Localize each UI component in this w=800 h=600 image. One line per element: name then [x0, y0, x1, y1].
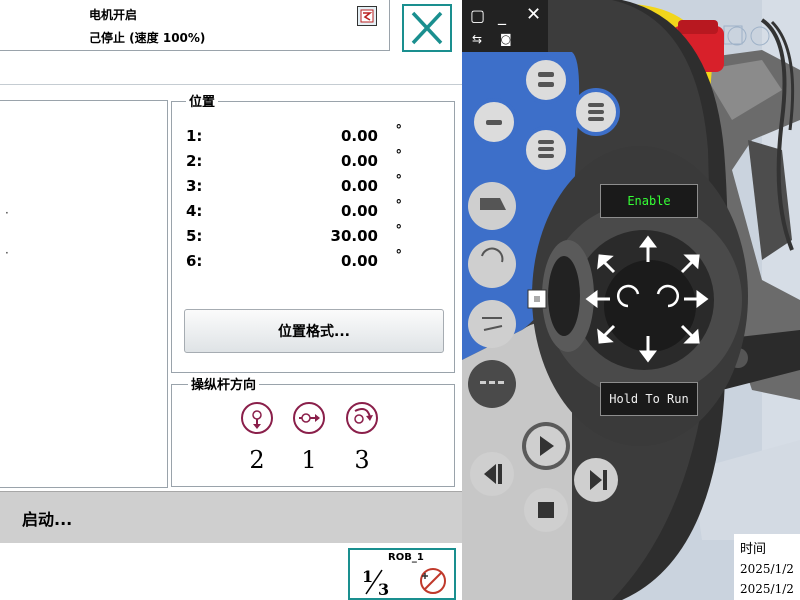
joystick-direction-3: 3 — [354, 446, 370, 474]
increment-icon: 1 3 — [362, 567, 389, 598]
motor-status: 电机开启 — [89, 8, 138, 22]
quickset-button[interactable]: ROB_1 1 3 — [348, 548, 456, 600]
enable-button[interactable]: Enable — [600, 184, 698, 218]
date-entry: 2025/1/2 — [740, 582, 794, 596]
properties-panel — [0, 100, 168, 488]
svg-text:3: 3 — [378, 580, 389, 598]
position-row-6: 6: 0.00 ° — [186, 248, 402, 270]
joystick-direction-2: 2 — [249, 446, 265, 474]
swap-icon[interactable]: ⇆ — [472, 32, 482, 46]
close-button[interactable] — [402, 4, 452, 52]
close-icon — [411, 11, 443, 45]
position-row-3: 3: 0.00 ° — [186, 173, 402, 195]
position-format-button[interactable]: 位置格式... — [184, 309, 444, 353]
hold-to-run-button[interactable]: Hold To Run — [600, 382, 698, 416]
list-marker: · — [5, 206, 9, 220]
joystick-updown-icon — [241, 402, 273, 434]
position-row-4: 4: 0.00 ° — [186, 198, 402, 220]
status-bar[interactable]: 电机开启 己停止 (速度 100%) — [0, 0, 390, 51]
minimize-icon[interactable]: _ — [498, 6, 506, 25]
position-row-1: 1: 0.00 ° — [186, 123, 402, 145]
position-row-2: 2: 0.00 ° — [186, 148, 402, 170]
joystick-rotate-icon — [346, 402, 378, 434]
robot-name: ROB_1 — [388, 552, 424, 563]
virtual-pendant-view: ▢ _ ✕ ⇆ ◙ Enable Hold To Run 时间 2025/1/2… — [462, 0, 800, 600]
time-header: 时间 — [740, 542, 767, 557]
list-marker: · — [5, 246, 9, 260]
joystick-direction-1: 1 — [301, 446, 317, 474]
start-bar[interactable]: 启动... — [0, 491, 462, 543]
flexpendant-screen: 电机开启 己停止 (速度 100%) · · 位置 1: 0.00 ° 2: 0… — [0, 0, 462, 600]
run-state: 己停止 (速度 100%) — [89, 31, 206, 45]
maximize-icon[interactable]: ▢ — [470, 6, 485, 25]
camera-icon[interactable]: ◙ — [500, 32, 512, 46]
close-window-icon[interactable]: ✕ — [526, 4, 541, 25]
status-flag-icon — [357, 6, 377, 26]
window-controls: ▢ _ ✕ ⇆ ◙ — [462, 0, 548, 52]
incremental-off-icon — [420, 568, 446, 594]
divider — [0, 84, 462, 85]
start-label: 启动... — [22, 510, 73, 529]
date-entry: 2025/1/2 — [740, 562, 794, 576]
position-legend: 位置 — [186, 91, 219, 110]
taskbar-clock: 时间 2025/1/2 2025/1/2 — [734, 534, 800, 600]
position-row-5: 5: 30.00 ° — [186, 223, 402, 245]
pendant-body — [462, 0, 748, 600]
joystick-leftright-icon — [293, 402, 325, 434]
svg-text:1: 1 — [362, 567, 373, 586]
joystick-direction-legend: 操纵杆方向 — [188, 374, 260, 393]
